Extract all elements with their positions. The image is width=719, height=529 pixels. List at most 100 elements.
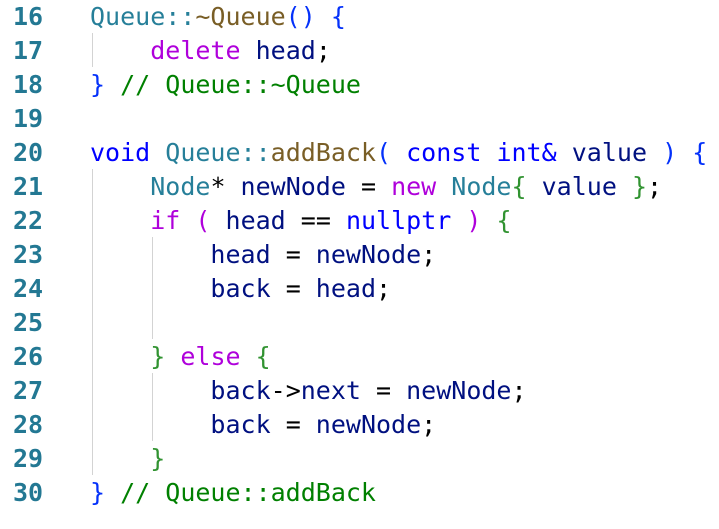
code-editor[interactable]: 16 Queue::~Queue() {17 delete head; 18} //…	[0, 0, 719, 529]
line-number: 29	[13, 444, 44, 473]
code-line[interactable]: 19	[0, 102, 719, 136]
code-token: =	[270, 240, 316, 269]
line-number: 19	[13, 104, 44, 133]
code-token: }	[631, 172, 648, 201]
code-token: {	[511, 172, 527, 201]
line-number: 23	[13, 240, 44, 269]
code-token: value	[571, 138, 647, 167]
code-line[interactable]: 18} // Queue::~Queue	[0, 68, 719, 102]
code-token: newNode	[406, 376, 512, 405]
code-token: ()	[285, 2, 316, 31]
code-token: const	[406, 138, 482, 167]
code-token: head	[315, 274, 377, 303]
code-token: addBack	[270, 138, 376, 167]
code-line[interactable]: 27 back->next = newNode;	[0, 374, 719, 408]
code-line[interactable]: 25	[0, 306, 719, 340]
code-token: ;	[376, 274, 392, 303]
code-token: }	[150, 444, 166, 473]
code-token: newNode	[315, 240, 422, 269]
line-number: 16	[13, 2, 44, 31]
code-token: ;	[421, 410, 437, 439]
code-token: (	[376, 138, 392, 167]
code-text: if ( head == nullptr ) {	[90, 204, 512, 238]
code-text: back = newNode;	[90, 408, 436, 442]
code-token: back	[210, 410, 271, 439]
code-token: value	[541, 172, 617, 201]
line-number: 20	[13, 138, 44, 167]
code-text: } // Queue::addBack	[90, 476, 376, 510]
code-token: Node	[451, 172, 512, 201]
code-token: next	[300, 376, 361, 405]
code-token: // Queue::addBack	[105, 478, 376, 507]
code-token: ->	[270, 376, 301, 405]
code-line[interactable]: 30} // Queue::addBack	[0, 476, 719, 510]
code-line[interactable]: 23 head = newNode;	[0, 238, 719, 272]
code-text: void Queue::addBack( const int& value ) …	[90, 136, 707, 170]
code-token: // Queue::~Queue	[105, 70, 361, 99]
code-text: Queue::~Queue() {	[90, 0, 346, 34]
code-line[interactable]: 17 delete head;	[0, 34, 719, 68]
code-line[interactable]: 20 void Queue::addBack( const int& value …	[0, 136, 719, 170]
code-token: back	[210, 274, 271, 303]
code-token: back	[210, 376, 271, 405]
code-line[interactable]: 29 }	[0, 442, 719, 476]
code-token: ~Queue	[195, 2, 286, 31]
code-line[interactable]: 16 Queue::~Queue() {	[0, 0, 719, 34]
line-number: 17	[13, 36, 44, 65]
code-token: =	[360, 376, 407, 405]
code-token: head	[255, 36, 316, 65]
code-token: ;	[511, 376, 527, 405]
code-token: void	[90, 138, 151, 167]
line-number: 28	[13, 410, 44, 439]
code-token: (	[195, 206, 211, 235]
code-token: {	[496, 206, 512, 235]
line-number: 21	[13, 172, 44, 201]
code-token: delete	[150, 36, 241, 65]
code-line[interactable]: 28 back = newNode;	[0, 408, 719, 442]
code-token: {	[330, 2, 346, 31]
code-token: else	[180, 342, 241, 371]
code-text: Node* newNode = new Node{ value };	[90, 170, 662, 204]
line-number: 24	[13, 274, 44, 303]
code-token: newNode	[240, 172, 346, 201]
code-text: } // Queue::~Queue	[90, 68, 361, 102]
code-line[interactable]: 26 } else {	[0, 340, 719, 374]
code-token: *	[210, 172, 241, 201]
code-token: Queue::	[90, 2, 196, 31]
code-text: } else {	[90, 340, 270, 374]
code-text: }	[90, 442, 165, 476]
code-line[interactable]: 21 Node* newNode = new Node{ value };	[0, 170, 719, 204]
code-token: Node	[150, 172, 211, 201]
line-number: 22	[13, 206, 44, 235]
code-text: delete head;	[90, 34, 331, 68]
code-token: ;	[421, 240, 437, 269]
code-token: ;	[647, 172, 663, 201]
code-token: )	[466, 206, 482, 235]
code-token: ;	[315, 36, 331, 65]
code-line[interactable]: 24 back = head;	[0, 272, 719, 306]
code-token: }	[90, 70, 106, 99]
code-token: =	[270, 410, 316, 439]
code-token: if	[150, 206, 181, 235]
code-token: ==	[285, 206, 346, 235]
code-line[interactable]: 22 if ( head == nullptr ) {	[0, 204, 719, 238]
line-number: 18	[13, 70, 44, 99]
